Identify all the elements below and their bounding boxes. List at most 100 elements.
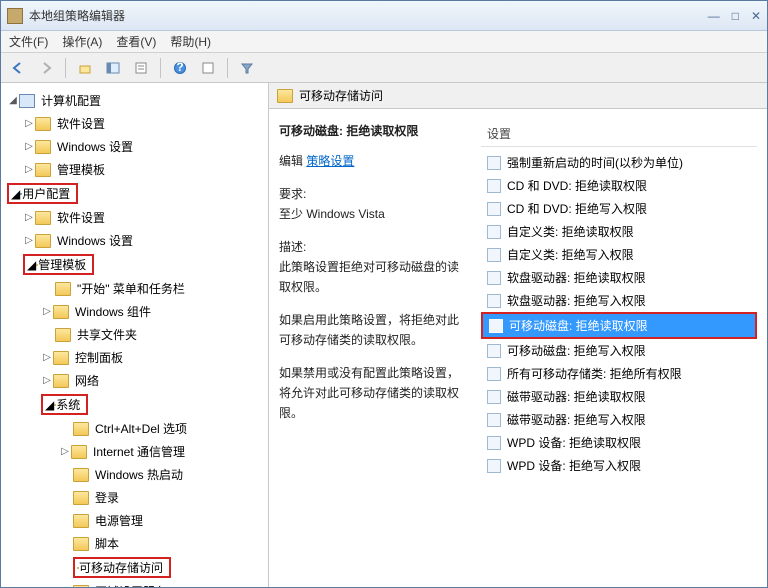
tree-admin-template[interactable]: 管理模板 — [38, 256, 86, 273]
folder-icon — [73, 468, 89, 482]
settings-list: 设置 强制重新启动的时间(以秒为单位) CD 和 DVD: 拒绝读取权限 CD 和 … — [481, 121, 757, 577]
back-button[interactable] — [7, 57, 29, 79]
expand-icon[interactable]: ▷ — [41, 375, 53, 386]
tree-item[interactable]: ▷软件设置 — [3, 112, 266, 135]
list-item[interactable]: CD 和 DVD: 拒绝读取权限 — [481, 174, 757, 197]
folder-icon — [53, 305, 69, 319]
list-item[interactable]: 所有可移动存储类: 拒绝所有权限 — [481, 362, 757, 385]
up-button[interactable] — [74, 57, 96, 79]
policy-icon — [487, 179, 501, 193]
filter-button[interactable] — [236, 57, 258, 79]
tree-user-config-row: ◢ 用户配置 — [3, 181, 266, 206]
list-item[interactable]: CD 和 DVD: 拒绝写入权限 — [481, 197, 757, 220]
help-button[interactable]: ? — [169, 57, 191, 79]
requirement-value: 至少 Windows Vista — [279, 204, 469, 224]
tree-item[interactable]: ▷Internet 通信管理 — [3, 440, 266, 463]
list-item[interactable]: 软盘驱动器: 拒绝读取权限 — [481, 266, 757, 289]
collapse-icon[interactable]: ◢ — [45, 398, 54, 412]
list-item-label: 强制重新启动的时间(以秒为单位) — [507, 154, 683, 171]
edit-policy-link[interactable]: 策略设置 — [306, 154, 354, 168]
tree-item[interactable]: ▷管理模板 — [3, 158, 266, 181]
menubar: 文件(F) 操作(A) 查看(V) 帮助(H) — [1, 31, 767, 53]
tree-item[interactable]: ▷Windows 设置 — [3, 135, 266, 158]
requirement-label: 要求: — [279, 184, 469, 204]
menu-action[interactable]: 操作(A) — [62, 33, 102, 50]
show-hide-tree-button[interactable] — [102, 57, 124, 79]
maximize-button[interactable]: □ — [732, 9, 739, 23]
policy-icon — [487, 156, 501, 170]
folder-icon — [35, 140, 51, 154]
collapse-icon[interactable]: ◢ — [27, 258, 36, 272]
expand-icon[interactable]: ▷ — [41, 352, 53, 363]
minimize-button[interactable]: — — [708, 9, 720, 23]
expand-icon[interactable]: ▷ — [23, 118, 35, 129]
tree-item[interactable]: ▷Windows 设置 — [3, 229, 266, 252]
list-item-label: CD 和 DVD: 拒绝读取权限 — [507, 177, 647, 194]
tree-item[interactable]: 登录 — [3, 486, 266, 509]
collapse-icon[interactable]: ◢ — [11, 187, 20, 201]
expand-icon[interactable]: ▷ — [41, 306, 53, 317]
forward-button[interactable] — [35, 57, 57, 79]
list-item[interactable]: 自定义类: 拒绝读取权限 — [481, 220, 757, 243]
list-item[interactable]: 软盘驱动器: 拒绝写入权限 — [481, 289, 757, 312]
folder-icon — [277, 89, 293, 103]
list-item-label: 磁带驱动器: 拒绝写入权限 — [507, 411, 646, 428]
tree-label: 计算机配置 — [39, 91, 103, 110]
tree-user-config[interactable]: 用户配置 — [22, 185, 70, 202]
tree-pane[interactable]: ◢ 计算机配置 ▷软件设置 ▷Windows 设置 ▷管理模板 ◢ 用户配置 ▷… — [1, 83, 269, 587]
tree-item[interactable]: ▷网络 — [3, 369, 266, 392]
list-item-label: WPD 设备: 拒绝读取权限 — [507, 434, 641, 451]
policy-icon — [487, 413, 501, 427]
list-item[interactable]: 自定义类: 拒绝写入权限 — [481, 243, 757, 266]
tree-removable-storage-row: 可移动存储访问 — [3, 555, 266, 580]
menu-help[interactable]: 帮助(H) — [170, 33, 211, 50]
tree-admin-template-row: ◢ 管理模板 — [3, 252, 266, 277]
list-item[interactable]: 磁带驱动器: 拒绝读取权限 — [481, 385, 757, 408]
highlight-box: ◢ 系统 — [41, 394, 88, 415]
policy-icon — [487, 248, 501, 262]
tree-item[interactable]: ▷软件设置 — [3, 206, 266, 229]
tree-removable-storage[interactable]: 可移动存储访问 — [79, 559, 163, 576]
column-header-setting[interactable]: 设置 — [481, 121, 757, 147]
properties-button[interactable] — [197, 57, 219, 79]
export-list-button[interactable] — [130, 57, 152, 79]
tree-computer-config[interactable]: ◢ 计算机配置 — [3, 89, 266, 112]
app-icon — [7, 8, 23, 24]
expand-icon[interactable]: ▷ — [23, 164, 35, 175]
folder-icon — [73, 585, 89, 588]
list-item-label: 软盘驱动器: 拒绝写入权限 — [507, 292, 646, 309]
expand-icon[interactable]: ▷ — [23, 141, 35, 152]
selected-policy-title: 可移动磁盘: 拒绝读取权限 — [279, 121, 469, 141]
list-item[interactable]: WPD 设备: 拒绝读取权限 — [481, 431, 757, 454]
details-pane: 可移动存储访问 可移动磁盘: 拒绝读取权限 编辑 策略设置 要求: 至少 Win… — [269, 83, 767, 587]
expand-icon[interactable]: ▷ — [23, 235, 35, 246]
tree-item[interactable]: ▷Windows 组件 — [3, 300, 266, 323]
list-item[interactable]: 强制重新启动的时间(以秒为单位) — [481, 151, 757, 174]
close-button[interactable]: ✕ — [751, 9, 761, 23]
list-item[interactable]: 可移动磁盘: 拒绝写入权限 — [481, 339, 757, 362]
policy-icon — [487, 225, 501, 239]
content-area: ◢ 计算机配置 ▷软件设置 ▷Windows 设置 ▷管理模板 ◢ 用户配置 ▷… — [1, 83, 767, 587]
tree-item[interactable]: 共享文件夹 — [3, 323, 266, 346]
menu-file[interactable]: 文件(F) — [9, 33, 48, 50]
list-item[interactable]: 可移动磁盘: 拒绝读取权限 — [483, 314, 755, 337]
tree-item[interactable]: Ctrl+Alt+Del 选项 — [3, 417, 266, 440]
expand-icon[interactable]: ▷ — [23, 212, 35, 223]
policy-icon — [487, 344, 501, 358]
list-item[interactable]: 磁带驱动器: 拒绝写入权限 — [481, 408, 757, 431]
list-item-label: 所有可移动存储类: 拒绝所有权限 — [507, 365, 682, 382]
tree-item[interactable]: 区域设置服务 — [3, 580, 266, 587]
list-item[interactable]: WPD 设备: 拒绝写入权限 — [481, 454, 757, 477]
tree-item[interactable]: ▷控制面板 — [3, 346, 266, 369]
tree-item[interactable]: 脚本 — [3, 532, 266, 555]
tree-item[interactable]: "开始" 菜单和任务栏 — [3, 277, 266, 300]
tree-item[interactable]: Windows 热启动 — [3, 463, 266, 486]
folder-icon — [55, 282, 71, 296]
policy-icon — [489, 319, 503, 333]
tree-item[interactable]: 电源管理 — [3, 509, 266, 532]
policy-icon — [487, 367, 501, 381]
collapse-icon[interactable]: ◢ — [7, 95, 19, 106]
tree-system[interactable]: 系统 — [56, 396, 80, 413]
menu-view[interactable]: 查看(V) — [116, 33, 156, 50]
expand-icon[interactable]: ▷ — [59, 446, 71, 457]
